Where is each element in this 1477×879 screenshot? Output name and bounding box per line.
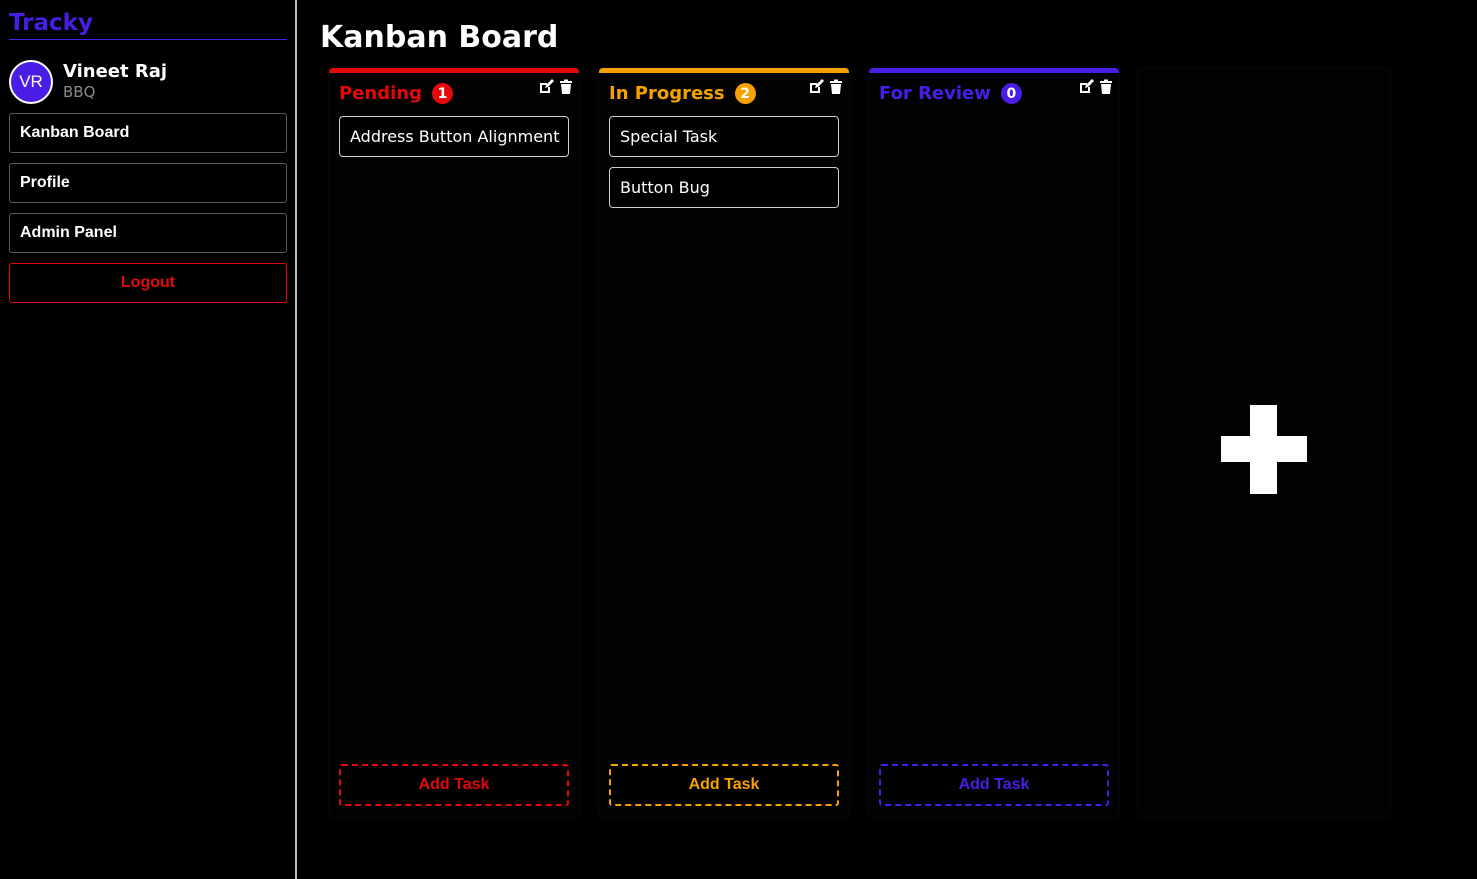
trash-icon[interactable] xyxy=(828,79,844,95)
user-name: Vineet Raj xyxy=(63,61,168,82)
user-profile: VR Vineet Raj BBQ xyxy=(9,60,287,104)
logout-button[interactable]: Logout xyxy=(9,263,287,303)
add-task-button[interactable]: Add Task xyxy=(339,764,569,806)
page-title: Kanban Board xyxy=(320,20,559,55)
column-actions xyxy=(538,79,574,95)
trash-icon[interactable] xyxy=(1098,79,1114,95)
column-pending: Pending 1 Address Button Alignment Add T… xyxy=(329,68,579,817)
add-task-button[interactable]: Add Task xyxy=(879,764,1109,806)
brand-logo[interactable]: Tracky xyxy=(9,9,287,40)
edit-icon[interactable] xyxy=(808,79,824,95)
task-count-badge: 1 xyxy=(431,83,453,104)
nav-profile-button[interactable]: Profile xyxy=(9,163,287,203)
sidebar: Tracky VR Vineet Raj BBQ Kanban Board Pr… xyxy=(0,0,297,879)
add-task-button[interactable]: Add Task xyxy=(609,764,839,806)
edit-icon[interactable] xyxy=(1078,79,1094,95)
column-color-bar xyxy=(869,68,1119,73)
column-title[interactable]: For Review 0 xyxy=(879,83,1022,104)
column-title-text: For Review xyxy=(879,83,991,104)
column-actions xyxy=(808,79,844,95)
edit-icon[interactable] xyxy=(538,79,554,95)
avatar: VR xyxy=(9,60,53,104)
task-card[interactable]: Address Button Alignment xyxy=(339,116,569,157)
column-color-bar xyxy=(329,68,579,73)
user-organization: BBQ xyxy=(63,83,96,101)
nav-kanban-board-button[interactable]: Kanban Board xyxy=(9,113,287,153)
nav-admin-panel-button[interactable]: Admin Panel xyxy=(9,213,287,253)
task-count-badge: 0 xyxy=(1000,83,1022,104)
column-title[interactable]: In Progress 2 xyxy=(609,83,756,104)
task-count-badge: 2 xyxy=(734,83,756,104)
column-for-review: For Review 0 Add Task xyxy=(869,68,1119,817)
column-color-bar xyxy=(599,68,849,73)
column-title[interactable]: Pending 1 xyxy=(339,83,453,104)
column-title-text: In Progress xyxy=(609,83,725,104)
trash-icon[interactable] xyxy=(558,79,574,95)
task-card[interactable]: Special Task xyxy=(609,116,839,157)
column-in-progress: In Progress 2 Special Task Button Bug Ad… xyxy=(599,68,849,817)
column-title-text: Pending xyxy=(339,83,422,104)
task-card[interactable]: Button Bug xyxy=(609,167,839,208)
plus-icon[interactable] xyxy=(1221,436,1307,462)
column-actions xyxy=(1078,79,1114,95)
